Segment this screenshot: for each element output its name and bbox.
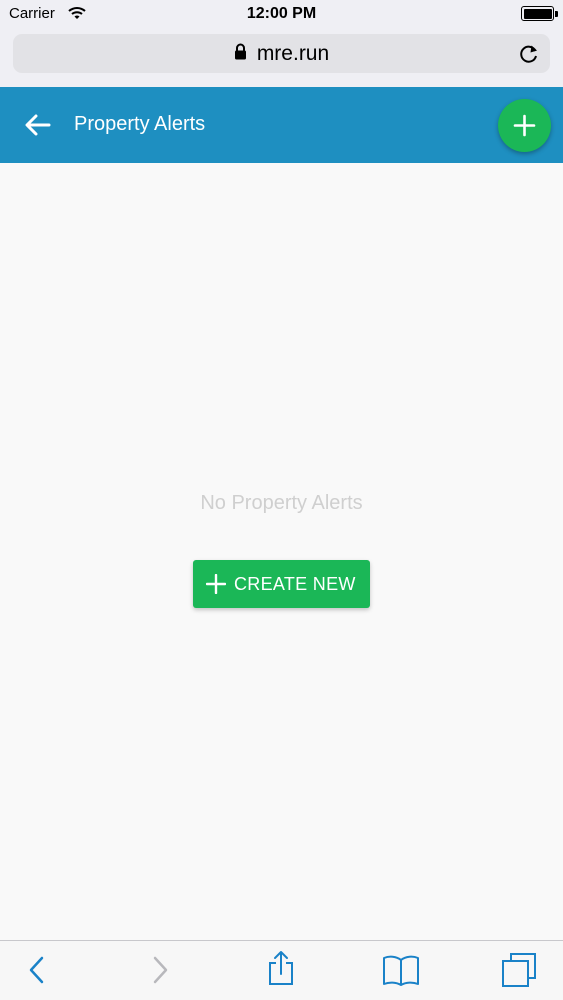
- browser-forward-button[interactable]: [143, 941, 177, 1000]
- battery-tip: [555, 11, 558, 17]
- browser-address-area: mre.run: [0, 30, 563, 87]
- chevron-left-icon: [29, 956, 44, 984]
- battery-icon: [521, 6, 554, 21]
- share-button[interactable]: [262, 941, 300, 1000]
- plus-icon: [513, 114, 536, 137]
- create-new-label: CREATE NEW: [234, 574, 356, 594]
- status-time: 12:00 PM: [246, 5, 317, 22]
- app-bar: Property Alerts: [0, 87, 563, 163]
- create-new-button[interactable]: CREATE NEW: [193, 560, 370, 608]
- page-title: Property Alerts: [74, 113, 206, 135]
- tabs-button[interactable]: [500, 941, 538, 1000]
- bookmarks-button[interactable]: [381, 941, 421, 1000]
- bookmarks-icon: [383, 955, 419, 986]
- arrow-left-icon: [25, 114, 51, 136]
- share-icon: [269, 951, 293, 985]
- status-bar: Carrier 12:00 PM: [0, 0, 563, 30]
- plus-icon: [206, 574, 226, 594]
- back-button[interactable]: [22, 111, 54, 139]
- url-text: mre.run: [256, 42, 330, 65]
- add-alert-button[interactable]: [498, 99, 551, 152]
- lock-icon: [234, 43, 247, 65]
- chevron-right-icon: [153, 956, 168, 984]
- tabs-icon: [502, 953, 536, 987]
- address-bar[interactable]: mre.run: [13, 34, 550, 73]
- empty-state-message: No Property Alerts: [200, 492, 363, 514]
- browser-back-button[interactable]: [20, 941, 54, 1000]
- reload-icon[interactable]: [518, 43, 540, 70]
- browser-toolbar: [0, 940, 563, 1000]
